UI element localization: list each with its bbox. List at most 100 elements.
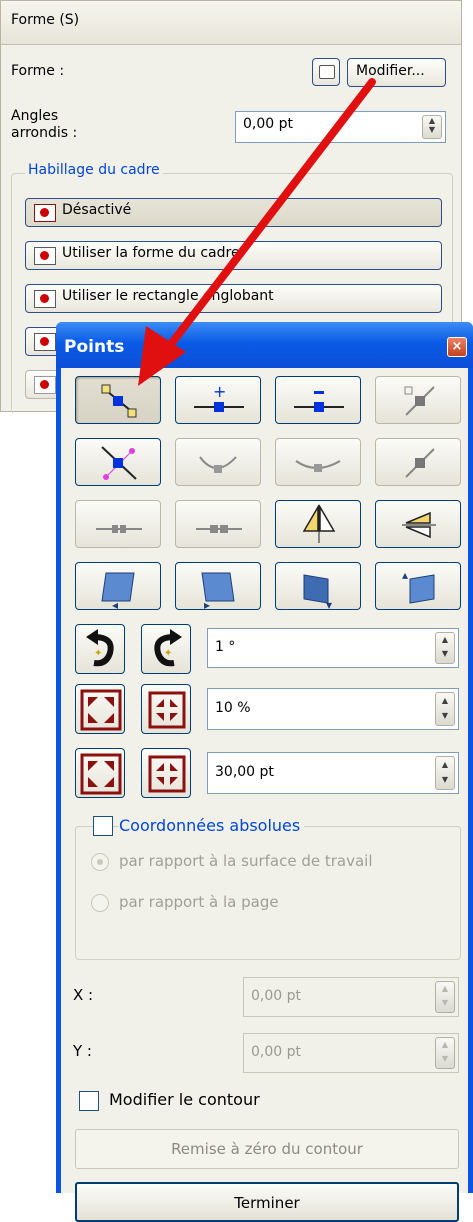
wrap-frame-shape-icon: [34, 247, 56, 265]
flip-horizontal-button[interactable]: [275, 500, 361, 548]
scale-percent-value: 10 %: [215, 700, 251, 716]
angles-input[interactable]: 0,00 pt ▲ ▼: [235, 111, 446, 143]
shear-up-icon: ▴: [402, 568, 435, 604]
reset-contour-button[interactable]: Remise à zéro du contour: [75, 1129, 459, 1169]
rotate-right-icon: ✦: [154, 629, 182, 667]
reduce-points-icon: [148, 755, 186, 793]
scale-points-spinner-icon[interactable]: ▲ ▼: [435, 756, 455, 790]
modify-shape-button[interactable]: Modifier...: [347, 58, 446, 87]
close-icon: ×: [451, 339, 463, 354]
enlarge-points-icon: [80, 753, 122, 795]
modify-shape-label: Modifier...: [356, 63, 425, 79]
svg-text:▾: ▾: [326, 598, 332, 611]
finish-button[interactable]: Terminer: [75, 1182, 459, 1222]
rotate-right-button[interactable]: ✦: [141, 624, 191, 674]
y-coordinate-input[interactable]: 0,00 pt ▲ ▼: [243, 1033, 459, 1073]
delete-node-button[interactable]: [275, 376, 361, 424]
points-body: + ◂ ▸ ▾ ▴ ✦ ✦ 1 ° ▲ ▼ 10 % ▲ ▼ 30,00 pt …: [61, 368, 468, 1222]
move-control-points-icon: [404, 386, 435, 416]
modify-contour-label: Modifier le contour: [109, 1090, 260, 1109]
open-path-button[interactable]: [75, 500, 161, 548]
wrap-frame-shape-button[interactable]: Utiliser la forme du cadre: [25, 241, 442, 270]
wrap-group-label: Habillage du cadre: [25, 162, 163, 178]
wrap-disabled-button[interactable]: Désactivé: [25, 198, 442, 227]
wrap-contour-icon: [34, 333, 56, 351]
reset-control-point-icon: [405, 448, 435, 478]
x-coordinate-input[interactable]: 0,00 pt ▲ ▼: [243, 977, 459, 1017]
radio-workspace[interactable]: [91, 853, 109, 871]
rotate-left-button[interactable]: ✦: [75, 624, 125, 674]
close-path-button[interactable]: [175, 500, 261, 548]
points-titlebar[interactable]: Points ×: [56, 322, 473, 368]
shear-left-button[interactable]: ◂: [75, 562, 161, 611]
x-coordinate-value: 0,00 pt: [251, 988, 301, 1004]
finish-label: Terminer: [234, 1194, 300, 1212]
svg-text:▸: ▸: [204, 598, 210, 611]
absolute-coords-checkbox[interactable]: [93, 816, 113, 836]
delete-node-icon: [294, 391, 344, 412]
rotation-angle-input[interactable]: 1 ° ▲ ▼: [207, 628, 459, 668]
symmetric-node-button[interactable]: [175, 438, 261, 486]
shear-right-button[interactable]: ▸: [175, 562, 261, 611]
shape-panel-title-text: Forme (S): [11, 12, 80, 28]
enlarge-percent-icon: [80, 689, 122, 731]
wrap-disabled-icon: [34, 204, 56, 222]
forme-label: Forme :: [11, 63, 65, 79]
scale-percent-input[interactable]: 10 % ▲ ▼: [207, 688, 459, 730]
add-node-button[interactable]: +: [175, 376, 261, 424]
open-path-icon: [96, 525, 142, 533]
modify-contour-checkbox[interactable]: [79, 1091, 99, 1111]
add-node-icon: +: [194, 382, 244, 412]
wrap-bounding-box-icon: [34, 290, 56, 308]
asymmetric-node-button[interactable]: [275, 438, 361, 486]
svg-text:✦: ✦: [164, 648, 172, 659]
move-control-point-button[interactable]: [75, 438, 161, 486]
points-title: Points: [64, 337, 125, 357]
svg-text:▴: ▴: [402, 568, 408, 582]
close-button[interactable]: ×: [447, 337, 467, 357]
reduce-percent-button[interactable]: [141, 684, 191, 734]
reset-control-point-button[interactable]: [375, 438, 461, 486]
wrap-bounding-box-button[interactable]: Utiliser le rectangle englobant: [25, 284, 442, 313]
symmetric-node-icon: [199, 456, 237, 473]
radio-workspace-label: par rapport à la surface de travail: [119, 852, 373, 870]
y-label: Y :: [73, 1042, 92, 1060]
rotation-angle-value: 1 °: [215, 639, 236, 655]
flip-horizontal-icon: [302, 504, 336, 543]
y-spinner-icon[interactable]: ▲ ▼: [435, 1037, 455, 1069]
enlarge-percent-button[interactable]: [75, 684, 125, 734]
flip-vertical-button[interactable]: [375, 500, 461, 548]
shape-preview-icon: [319, 65, 335, 79]
wrap-image-clip-icon: [34, 376, 56, 394]
angles-label-line2: arrondis :: [11, 125, 78, 141]
close-path-icon: [196, 525, 242, 533]
enlarge-points-button[interactable]: [75, 748, 125, 798]
svg-text:+: +: [213, 382, 226, 401]
shape-picker-button[interactable]: [312, 58, 340, 86]
reduce-points-button[interactable]: [141, 748, 191, 798]
angles-label: Angles arrondis :: [11, 108, 77, 142]
wrap-bounding-box-label: Utiliser le rectangle englobant: [62, 288, 274, 304]
wrap-disabled-label: Désactivé: [62, 202, 132, 218]
svg-text:✦: ✦: [94, 648, 102, 659]
shear-up-button[interactable]: ▴: [375, 562, 461, 610]
scale-points-value: 30,00 pt: [215, 764, 274, 780]
wrap-frame-shape-label: Utiliser la forme du cadre: [62, 245, 240, 261]
angles-value: 0,00 pt: [243, 116, 293, 132]
angles-spinner-icon[interactable]: ▲ ▼: [422, 115, 442, 139]
y-coordinate-value: 0,00 pt: [251, 1044, 301, 1060]
move-nodes-button[interactable]: [75, 376, 161, 424]
shear-down-button[interactable]: ▾: [275, 562, 361, 611]
scale-points-input[interactable]: 30,00 pt ▲ ▼: [207, 752, 459, 794]
radio-page[interactable]: [91, 894, 109, 912]
x-spinner-icon[interactable]: ▲ ▼: [435, 981, 455, 1013]
rotation-spinner-icon[interactable]: ▲ ▼: [435, 632, 455, 664]
scale-percent-spinner-icon[interactable]: ▲ ▼: [435, 692, 455, 726]
x-label: X :: [73, 986, 94, 1004]
angles-label-line1: Angles: [11, 108, 59, 124]
move-control-points-button[interactable]: [375, 376, 461, 424]
shape-panel-title: Forme (S): [1, 1, 461, 45]
flip-vertical-icon: [402, 511, 436, 539]
move-nodes-icon: [101, 384, 137, 418]
reset-contour-label: Remise à zéro du contour: [171, 1140, 363, 1158]
